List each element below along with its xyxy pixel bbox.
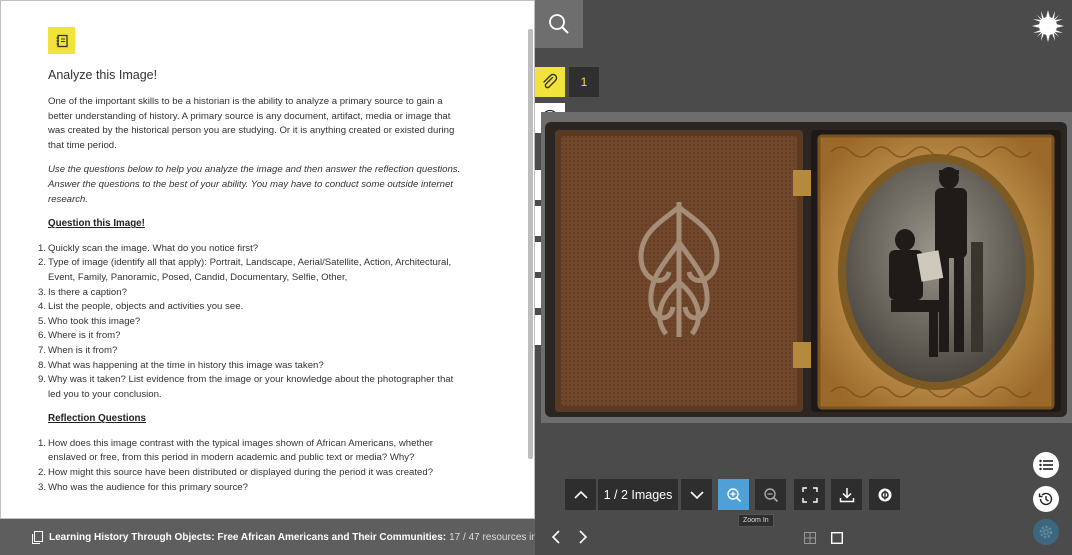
instructions-paragraph: Use the questions below to help you anal… [48, 164, 461, 205]
list-item: 3. Is there a caption? [38, 286, 127, 298]
zoom-out-icon [763, 487, 778, 502]
document-icon [32, 530, 43, 544]
questions-list: 1. Quickly scan the image. What do you no… [38, 242, 468, 403]
rights-button[interactable] [869, 479, 900, 510]
list-item: 6. Where is it from? [38, 330, 121, 342]
article-title: Analyze this Image! [48, 68, 158, 82]
next-resource-button[interactable] [578, 529, 588, 550]
list-view-button[interactable] [1033, 452, 1059, 478]
reflection-heading: Reflection Questions [48, 413, 146, 425]
page-counter: 1 / 2 Images [598, 479, 678, 510]
intro-paragraph: One of the important skills to be a hist… [48, 96, 455, 151]
list-icon [1039, 459, 1053, 471]
chevron-right-icon [579, 530, 588, 544]
zoom-out-button[interactable] [755, 479, 786, 510]
paperclip-icon [543, 73, 558, 89]
photo-case-image [541, 112, 1072, 423]
previous-resource-button[interactable] [551, 529, 561, 550]
article-content: Analyze this Image! One of the important… [38, 67, 468, 505]
list-item: 8. What was happening at the time in hist… [38, 359, 324, 371]
grid-icon [804, 532, 816, 544]
fullscreen-button[interactable] [794, 479, 825, 510]
attachment-button[interactable] [535, 67, 565, 97]
settings-button[interactable] [1033, 519, 1059, 545]
square-icon [830, 531, 844, 545]
scrollbar[interactable] [528, 29, 533, 459]
collection-bar[interactable]: Learning History Through Objects: Free A… [0, 519, 535, 555]
resource-image[interactable] [541, 112, 1072, 423]
sun-logo-icon [1032, 10, 1064, 42]
collection-progress: 17 / 47 resources in thi... [449, 531, 535, 543]
history-button[interactable] [1033, 486, 1059, 512]
notebook-icon [56, 34, 68, 47]
zoom-in-button[interactable] [718, 479, 749, 510]
reflection-list: 1. How does this image contrast with the … [38, 437, 468, 495]
list-item: 7. When is it from? [38, 344, 118, 356]
gear-icon [1039, 525, 1053, 539]
previous-image-button[interactable] [565, 479, 596, 510]
no-copyright-icon [878, 488, 891, 501]
chevron-down-icon [689, 490, 704, 499]
list-item: 1. Quickly scan the image. What do you no… [38, 242, 259, 254]
list-item: 5. Who took this image? [38, 315, 141, 327]
fullscreen-icon [801, 486, 818, 503]
next-image-button[interactable] [681, 479, 712, 510]
list-item: 9. Why was it taken? List evidence from t… [38, 374, 454, 400]
search-button[interactable] [535, 0, 583, 48]
list-item: 4. List the people, objects and activitie… [38, 301, 244, 313]
list-item: 2. Type of image (identify all that apply… [38, 257, 452, 283]
viewer-nav-bar [535, 519, 1072, 555]
search-icon [549, 14, 569, 34]
list-item: 3. Who was the audience for this primary … [38, 481, 248, 493]
collection-title: Learning History Through Objects: Free A… [49, 531, 447, 543]
history-icon [1038, 492, 1053, 506]
notebook-button[interactable] [48, 27, 75, 54]
list-item: 2. How might this source have been distri… [38, 467, 434, 479]
chevron-up-icon [573, 490, 588, 499]
zoom-in-icon [726, 487, 741, 502]
image-viewer: 1 Zoom In [535, 0, 1072, 555]
attachment-count: 1 [569, 67, 599, 97]
grid-view-button[interactable] [804, 531, 816, 549]
questions-heading: Question this Image! [48, 218, 145, 230]
resource-panel: Analyze this Image! One of the important… [0, 0, 535, 519]
single-view-button[interactable] [830, 531, 844, 549]
chevron-left-icon [551, 530, 560, 544]
list-item: 1. How does this image contrast with the … [38, 437, 433, 464]
download-button[interactable] [831, 479, 862, 510]
download-icon [839, 487, 854, 502]
